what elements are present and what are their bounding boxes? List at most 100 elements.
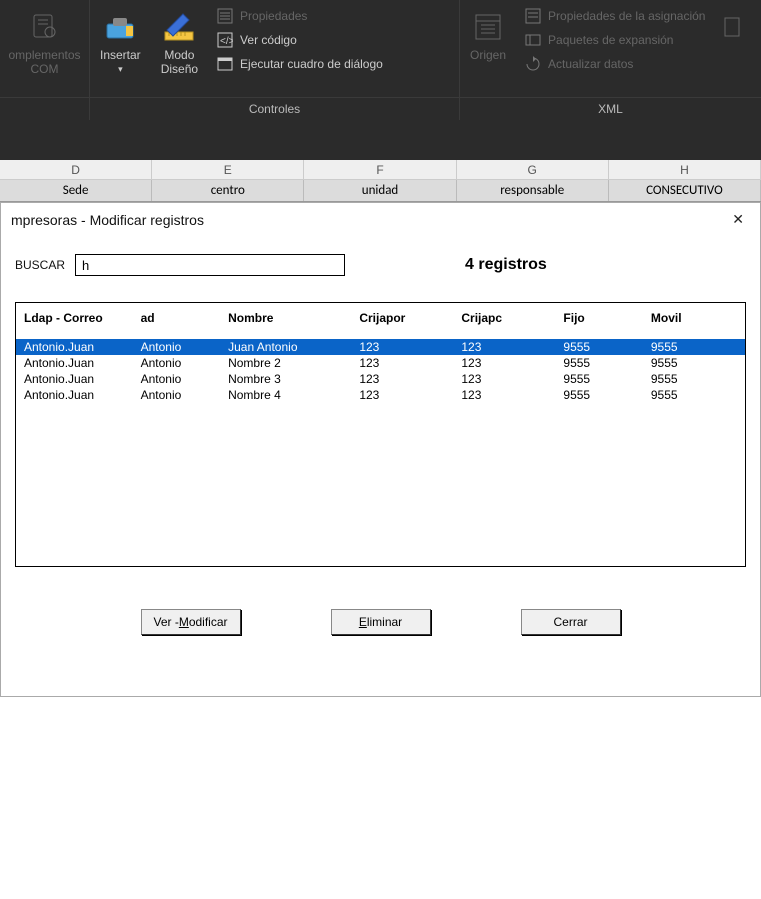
cell-fijo: 9555: [555, 339, 642, 355]
refresh-icon: [524, 55, 542, 73]
col-letter[interactable]: D: [0, 160, 152, 179]
col-letter[interactable]: G: [457, 160, 609, 179]
grid-col-crijapc[interactable]: Crijapc: [453, 303, 555, 339]
ribbon: omplementos COM Insertar ▾ Modo: [0, 0, 761, 160]
group-label-xml: XML: [460, 97, 761, 118]
cell-crijapc: 123: [453, 339, 555, 355]
ribbon-group-xml: Origen Propiedades de la asignación Paqu…: [460, 0, 761, 120]
ribbon-group-complementos: omplementos COM: [0, 0, 90, 120]
chevron-down-icon: ▾: [118, 64, 123, 75]
col-header[interactable]: Sede: [0, 180, 152, 201]
cell-crijapor: 123: [351, 387, 453, 403]
cell-ldap: Antonio.Juan: [16, 355, 133, 371]
ver-modificar-button[interactable]: Ver - Modificar: [141, 609, 241, 635]
xml-source-icon: [471, 10, 505, 44]
complementos-com-label: omplementos COM: [8, 48, 80, 77]
prop-asignacion-button[interactable]: Propiedades de la asignación: [516, 4, 713, 28]
grid-col-fijo[interactable]: Fijo: [555, 303, 642, 339]
grid-col-movil[interactable]: Movil: [643, 303, 745, 339]
grid-col-ldap[interactable]: Ldap - Correo: [16, 303, 133, 339]
prop-asignacion-label: Propiedades de la asignación: [548, 9, 705, 23]
cell-crijapc: 123: [453, 387, 555, 403]
table-row[interactable]: Antonio.JuanAntonioJuan Antonio123123955…: [16, 339, 745, 355]
cell-ad: Antonio: [133, 355, 220, 371]
cell-fijo: 9555: [555, 387, 642, 403]
results-grid: Ldap - Correo ad Nombre Crijapor Crijapc…: [15, 302, 746, 567]
table-row[interactable]: Antonio.JuanAntonioNombre 31231239555955…: [16, 371, 745, 387]
table-row[interactable]: Antonio.JuanAntonioNombre 21231239555955…: [16, 355, 745, 371]
paquetes-expansion-button[interactable]: Paquetes de expansión: [516, 28, 713, 52]
col-letter[interactable]: F: [304, 160, 456, 179]
col-letter[interactable]: H: [609, 160, 761, 179]
insertar-label: Insertar: [100, 48, 141, 62]
gear-doc-icon: [28, 10, 62, 44]
ruler-pencil-icon: [162, 10, 196, 44]
cell-ad: Antonio: [133, 371, 220, 387]
cell-crijapc: 123: [453, 371, 555, 387]
dialog-title-text: mpresoras - Modificar registros: [11, 212, 204, 228]
code-icon: </>: [216, 31, 234, 49]
cell-movil: 9555: [643, 355, 745, 371]
insertar-button[interactable]: Insertar ▾: [90, 4, 151, 94]
dialog-button-row: Ver - Modificar Eliminar Cerrar: [15, 609, 746, 635]
search-input[interactable]: [75, 254, 345, 276]
grid-col-crijapor[interactable]: Crijapor: [351, 303, 453, 339]
dialog-icon: [216, 55, 234, 73]
table-row[interactable]: Antonio.JuanAntonioNombre 41231239555955…: [16, 387, 745, 403]
ribbon-group-controles: Insertar ▾ Modo Diseño Propiedades </>: [90, 0, 460, 120]
dialog-titlebar: mpresoras - Modificar registros ✕: [1, 203, 760, 236]
toolbox-icon: [103, 10, 137, 44]
grid-col-nombre[interactable]: Nombre: [220, 303, 351, 339]
cell-crijapc: 123: [453, 355, 555, 371]
ejecutar-dialogo-button[interactable]: Ejecutar cuadro de diálogo: [208, 52, 391, 76]
svg-text:</>: </>: [220, 36, 233, 47]
col-header[interactable]: unidad: [304, 180, 456, 201]
cell-nombre: Nombre 4: [220, 387, 351, 403]
col-letter[interactable]: E: [152, 160, 304, 179]
group-label-controles: Controles: [90, 97, 459, 118]
complementos-com-button[interactable]: omplementos COM: [0, 4, 89, 94]
col-header[interactable]: centro: [152, 180, 304, 201]
group-label-complementos: [0, 97, 89, 118]
xml-extra-button[interactable]: [713, 4, 751, 94]
propiedades-label: Propiedades: [240, 9, 307, 23]
grid-header-row: Ldap - Correo ad Nombre Crijapor Crijapc…: [16, 303, 745, 339]
col-header[interactable]: responsable: [457, 180, 609, 201]
cell-movil: 9555: [643, 371, 745, 387]
records-count: 4 registros: [465, 256, 547, 274]
search-label: BUSCAR: [15, 258, 75, 272]
ver-codigo-label: Ver código: [240, 33, 297, 47]
properties-icon: [216, 7, 234, 25]
eliminar-button[interactable]: Eliminar: [331, 609, 431, 635]
cell-movil: 9555: [643, 339, 745, 355]
expansion-pack-icon: [524, 31, 542, 49]
cell-nombre: Nombre 2: [220, 355, 351, 371]
doc-icon: [715, 10, 749, 44]
origen-label: Origen: [470, 48, 506, 62]
cell-crijapor: 123: [351, 371, 453, 387]
column-names-row: Sede centro unidad responsable CONSECUTI…: [0, 180, 761, 202]
cell-crijapor: 123: [351, 355, 453, 371]
map-properties-icon: [524, 7, 542, 25]
cell-ad: Antonio: [133, 387, 220, 403]
propiedades-button[interactable]: Propiedades: [208, 4, 391, 28]
column-letters-row: D E F G H: [0, 160, 761, 180]
ejecutar-dialogo-label: Ejecutar cuadro de diálogo: [240, 57, 383, 71]
modo-diseno-button[interactable]: Modo Diseño: [151, 4, 208, 94]
close-icon[interactable]: ✕: [726, 209, 750, 230]
cell-fijo: 9555: [555, 355, 642, 371]
ver-codigo-button[interactable]: </> Ver código: [208, 28, 391, 52]
cell-nombre: Nombre 3: [220, 371, 351, 387]
grid-col-ad[interactable]: ad: [133, 303, 220, 339]
col-header[interactable]: CONSECUTIVO: [609, 180, 761, 201]
cell-fijo: 9555: [555, 371, 642, 387]
cell-nombre: Juan Antonio: [220, 339, 351, 355]
origen-button[interactable]: Origen: [460, 4, 516, 94]
cell-crijapor: 123: [351, 339, 453, 355]
ribbon-strip: [0, 120, 761, 160]
cerrar-button[interactable]: Cerrar: [521, 609, 621, 635]
cell-ldap: Antonio.Juan: [16, 339, 133, 355]
search-row: BUSCAR 4 registros: [15, 254, 746, 276]
actualizar-datos-button[interactable]: Actualizar datos: [516, 52, 713, 76]
paquetes-expansion-label: Paquetes de expansión: [548, 33, 673, 47]
